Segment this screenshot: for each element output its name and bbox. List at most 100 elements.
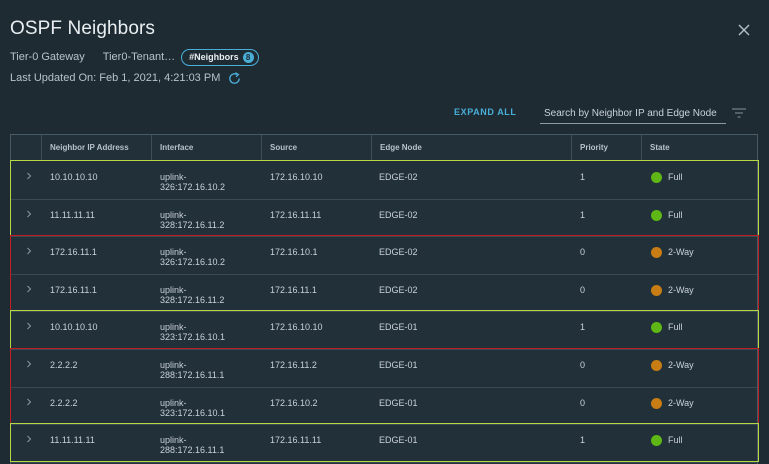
table-row[interactable]: 2.2.2.2 uplink- 323:172.16.10.1 172.16.10.2… xyxy=(11,388,757,426)
table-header: Neighbor IP Address Interface Source Edge N… xyxy=(11,135,757,161)
source-cell: 172.16.10.2 xyxy=(270,397,318,408)
neighbor-ip-cell: 11.11.11.11 xyxy=(50,435,95,446)
priority-cell: 1 xyxy=(580,322,586,333)
refresh-icon[interactable] xyxy=(227,71,242,86)
interface-cell-line1: uplink- xyxy=(160,209,187,220)
source-cell: 172.16.10.1 xyxy=(270,247,318,258)
neighbor-ip-cell: 10.10.10.10 xyxy=(50,172,98,182)
state-cell: 2-Way xyxy=(668,360,694,370)
source-cell: 172.16.11.11 xyxy=(270,435,322,446)
last-updated-text: Last Updated On: Feb 1, 2021, 4:21:03 PM xyxy=(10,72,221,84)
interface-header[interactable]: Interface xyxy=(151,135,193,160)
interface-cell-line2: 288:172.16.11.1 xyxy=(160,370,225,380)
interface-cell-line2: 323:172.16.10.1 xyxy=(160,407,226,418)
table-row[interactable]: 11.11.11.11 uplink- 328:172.16.11.2 172.16.… xyxy=(11,200,757,238)
neighbors-table: Neighbor IP Address Interface Source Edge N… xyxy=(10,134,758,464)
neighbors-pill-label: #Neighbors xyxy=(189,52,239,62)
edge-node-cell: EDGE-02 xyxy=(379,209,418,220)
interface-cell-line1: uplink- xyxy=(160,247,187,258)
interface-cell-line2: 326:172.16.10.2 xyxy=(160,182,226,192)
last-updated: Last Updated On: Feb 1, 2021, 4:21:03 PM xyxy=(10,70,242,86)
interface-cell-line2: 323:172.16.10.1 xyxy=(160,332,226,343)
state-2way-icon xyxy=(651,247,662,259)
expand-all-button[interactable]: EXPAND ALL xyxy=(454,107,517,117)
interface-cell-line1: uplink- xyxy=(160,435,187,446)
interface-cell-line1: uplink- xyxy=(160,360,187,370)
gateway-type: Tier-0 Gateway xyxy=(10,51,85,63)
chevron-right-icon[interactable] xyxy=(25,322,33,330)
interface-cell-line1: uplink- xyxy=(160,172,187,182)
neighbor-ip-cell: 11.11.11.11 xyxy=(50,209,95,220)
source-cell: 172.16.11.11 xyxy=(270,209,322,220)
table-row[interactable]: 172.16.11.1 uplink- 326:172.16.10.2 172.16.… xyxy=(11,237,757,275)
page-title: OSPF Neighbors xyxy=(10,18,156,39)
gateway-info: Tier-0 Gateway Tier0-Tenant… #Neighbors … xyxy=(10,48,259,66)
search-input[interactable] xyxy=(540,104,726,124)
interface-cell-line1: uplink- xyxy=(160,397,187,408)
interface-cell-line2: 326:172.16.10.2 xyxy=(160,257,226,268)
state-2way-icon xyxy=(651,397,662,409)
state-cell: Full xyxy=(668,435,683,446)
state-cell: 2-Way xyxy=(668,247,694,258)
priority-cell: 1 xyxy=(580,172,586,182)
interface-cell-line1: uplink- xyxy=(160,284,187,295)
neighbors-pill: #Neighbors 8 xyxy=(181,48,259,66)
edge-node-cell: EDGE-01 xyxy=(379,360,418,370)
edge-node-cell: EDGE-02 xyxy=(379,247,418,258)
priority-cell: 0 xyxy=(580,397,586,408)
state-cell: 2-Way xyxy=(668,397,694,408)
edge-node-cell: EDGE-01 xyxy=(379,322,418,333)
chevron-right-icon[interactable] xyxy=(25,172,33,180)
state-cell: Full xyxy=(668,172,683,182)
neighbor-ip-cell: 172.16.11.1 xyxy=(50,247,97,258)
state-2way-icon xyxy=(651,284,662,296)
priority-cell: 0 xyxy=(580,360,586,370)
source-cell: 172.16.10.10 xyxy=(270,322,323,333)
edge-node-cell: EDGE-02 xyxy=(379,172,418,182)
chevron-right-icon[interactable] xyxy=(25,210,33,218)
source-cell: 172.16.11.2 xyxy=(270,360,317,370)
edge-node-header[interactable]: Edge Node xyxy=(371,135,422,160)
neighbors-count-badge: 8 xyxy=(242,51,254,63)
filter-icon[interactable] xyxy=(732,108,746,118)
neighbor-ip-header[interactable]: Neighbor IP Address xyxy=(41,135,129,160)
state-cell: 2-Way xyxy=(668,284,694,295)
neighbor-ip-cell: 2.2.2.2 xyxy=(50,360,78,370)
interface-cell-line1: uplink- xyxy=(160,322,187,333)
source-cell: 172.16.10.10 xyxy=(270,172,323,182)
chevron-right-icon[interactable] xyxy=(25,247,33,255)
chevron-right-icon[interactable] xyxy=(25,360,33,368)
table-row[interactable]: 172.16.11.1 uplink- 328:172.16.11.2 172.16.… xyxy=(11,275,757,313)
source-header[interactable]: Source xyxy=(261,135,297,160)
priority-header[interactable]: Priority xyxy=(571,135,608,160)
neighbor-ip-cell: 172.16.11.1 xyxy=(50,284,97,295)
state-header[interactable]: State xyxy=(641,135,670,160)
chevron-right-icon[interactable] xyxy=(25,398,33,406)
interface-cell-line2: 328:172.16.11.2 xyxy=(160,294,225,305)
interface-cell-line2: 288:172.16.11.1 xyxy=(160,445,225,456)
table-row[interactable]: 2.2.2.2 uplink- 288:172.16.11.1 172.16.11.2… xyxy=(11,350,757,388)
state-cell: Full xyxy=(668,209,683,220)
edge-node-cell: EDGE-01 xyxy=(379,435,418,446)
state-full-icon xyxy=(651,322,662,334)
state-full-icon xyxy=(651,209,662,221)
source-cell: 172.16.11.1 xyxy=(270,284,317,295)
edge-node-cell: EDGE-01 xyxy=(379,397,418,408)
state-2way-icon xyxy=(651,360,662,371)
state-full-icon xyxy=(651,435,662,447)
gateway-name: Tier0-Tenant… xyxy=(102,51,176,63)
priority-cell: 0 xyxy=(580,247,586,258)
interface-cell-line2: 328:172.16.11.2 xyxy=(160,219,225,230)
neighbor-ip-cell: 2.2.2.2 xyxy=(50,397,78,408)
priority-cell: 1 xyxy=(580,209,586,220)
state-full-icon xyxy=(651,172,662,183)
table-row[interactable]: 11.11.11.11 uplink- 288:172.16.11.1 172.16.… xyxy=(11,425,757,463)
chevron-right-icon[interactable] xyxy=(25,435,33,443)
close-icon[interactable] xyxy=(736,22,752,38)
chevron-right-icon[interactable] xyxy=(25,285,33,293)
priority-cell: 0 xyxy=(580,284,586,295)
priority-cell: 1 xyxy=(580,435,586,446)
table-row[interactable]: 10.10.10.10 uplink- 323:172.16.10.1 172.16.… xyxy=(11,312,757,350)
state-cell: Full xyxy=(668,322,683,333)
table-row[interactable]: 10.10.10.10 uplink- 326:172.16.10.2 172.16.… xyxy=(11,162,757,200)
